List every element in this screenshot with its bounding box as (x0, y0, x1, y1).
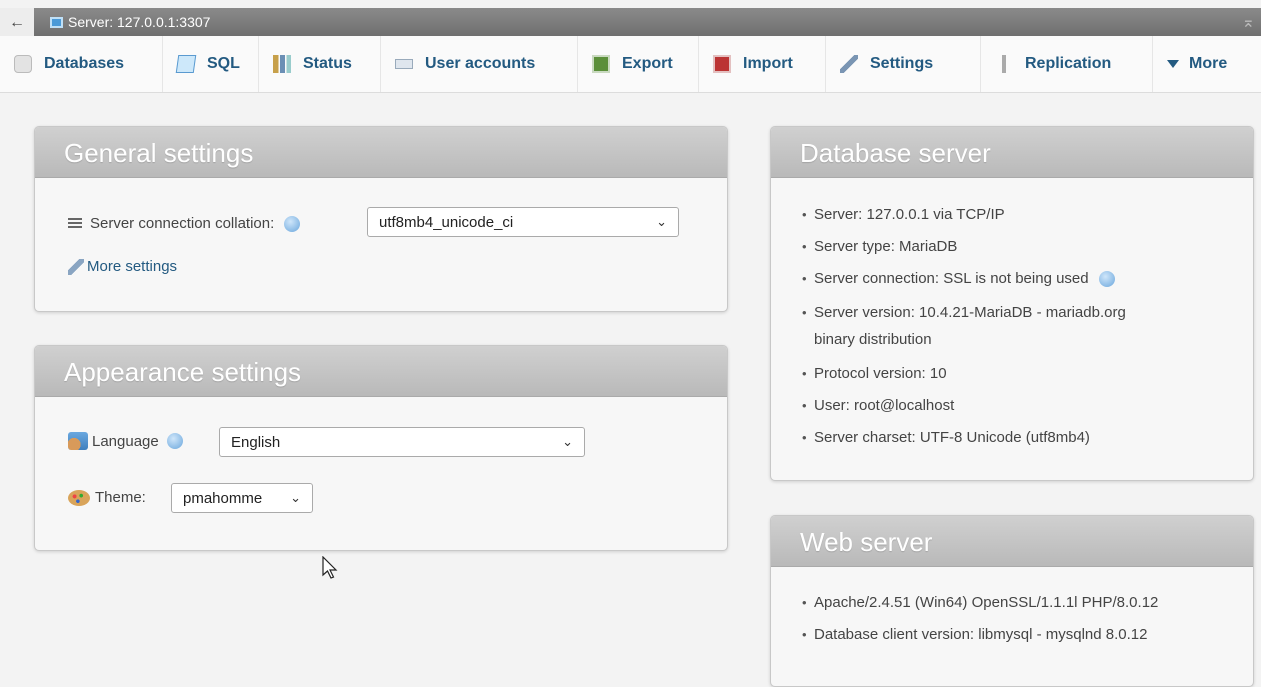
collation-row: Server connection collation: (68, 215, 310, 232)
tab-user-accounts[interactable]: User accounts (381, 36, 578, 92)
theme-select[interactable]: pmahomme ⌄ (171, 483, 313, 513)
panel-title: Database server (771, 127, 1253, 178)
appearance-settings-panel: Appearance settings Language English ⌄ T… (34, 345, 728, 551)
server-icon (50, 16, 63, 28)
list-item: Apache/2.4.51 (Win64) OpenSSL/1.1.1l PHP… (802, 591, 1158, 615)
ssl-status-text: Server connection: SSL is not being used (814, 270, 1089, 287)
help-icon[interactable] (166, 433, 183, 449)
list-item-continuation: binary distribution (814, 331, 932, 348)
server-label: Server: 127.0.0.1:3307 (68, 14, 211, 30)
wrench-icon (68, 258, 84, 275)
server-breadcrumb-bar: ← Server: 127.0.0.1:3307 ⌅ (0, 8, 1261, 36)
list-item: Server charset: UTF-8 Unicode (utf8mb4) (802, 426, 1090, 450)
theme-row: Theme: (68, 489, 146, 506)
tab-import[interactable]: Import (699, 36, 826, 92)
more-settings-label: More settings (87, 258, 178, 275)
list-icon (68, 218, 82, 229)
tab-label: Status (303, 55, 352, 72)
theme-label: Theme: (95, 489, 146, 506)
tab-replication[interactable]: Replication (981, 36, 1153, 92)
back-arrow-icon[interactable]: ← (0, 8, 34, 36)
list-item: Database client version: libmysql - mysq… (802, 623, 1147, 647)
panel-title: Appearance settings (35, 346, 727, 397)
language-row: Language (68, 432, 191, 450)
collation-value: utf8mb4_unicode_ci (379, 213, 514, 231)
tab-sql[interactable]: SQL (163, 36, 259, 92)
list-item: Server version: 10.4.21-MariaDB - mariad… (802, 301, 1126, 325)
list-item: Server: 127.0.0.1 via TCP/IP (802, 203, 1005, 227)
chevron-down-icon: ⌄ (562, 434, 573, 449)
server-breadcrumb[interactable]: Server: 127.0.0.1:3307 (50, 14, 210, 30)
tab-label: Import (743, 55, 793, 72)
collation-label: Server connection collation: (90, 215, 275, 232)
more-settings-link[interactable]: More settings (68, 258, 177, 275)
collation-select[interactable]: utf8mb4_unicode_ci ⌄ (367, 207, 679, 237)
tab-more[interactable]: More (1153, 36, 1249, 92)
palette-icon (68, 489, 90, 506)
tab-export[interactable]: Export (578, 36, 699, 92)
language-value: English (231, 433, 281, 451)
general-settings-panel: General settings Server connection colla… (34, 126, 728, 312)
tab-label: Replication (1025, 55, 1112, 72)
chevron-down-icon: ⌄ (656, 214, 667, 229)
list-item: User: root@localhost (802, 394, 954, 418)
chevron-down-icon: ⌄ (290, 490, 301, 505)
replication-icon (995, 55, 1013, 73)
tab-label: User accounts (425, 55, 536, 72)
wrench-icon (840, 55, 858, 73)
language-select[interactable]: English ⌄ (219, 427, 585, 457)
theme-value: pmahomme (183, 489, 263, 507)
database-server-panel: Database server Server: 127.0.0.1 via TC… (770, 126, 1254, 481)
list-item: Server type: MariaDB (802, 235, 957, 259)
help-icon[interactable] (284, 215, 301, 232)
tab-label: Databases (44, 55, 125, 72)
language-label: Language (92, 432, 159, 450)
tab-label: SQL (207, 55, 240, 72)
triangle-down-icon (1167, 60, 1179, 68)
panel-title: General settings (35, 127, 727, 178)
export-icon (592, 55, 610, 73)
help-icon[interactable] (1098, 271, 1115, 288)
list-item: Protocol version: 10 (802, 362, 947, 386)
tab-settings[interactable]: Settings (826, 36, 981, 92)
tab-databases[interactable]: Databases (0, 36, 163, 92)
language-icon (68, 432, 88, 450)
main-tab-bar: Databases SQL Status User accounts Expor… (0, 36, 1261, 93)
collapse-icon[interactable]: ⌅ (1242, 12, 1255, 32)
list-item: Server connection: SSL is not being used (802, 267, 1121, 291)
user-accounts-icon (395, 59, 413, 69)
tab-label: Settings (870, 55, 934, 72)
web-server-panel: Web server Apache/2.4.51 (Win64) OpenSSL… (770, 515, 1254, 687)
panel-title: Web server (771, 516, 1253, 567)
status-icon (273, 55, 291, 73)
tab-status[interactable]: Status (259, 36, 381, 92)
database-icon (14, 55, 32, 73)
tab-label: Export (622, 55, 673, 72)
tab-label: More (1189, 55, 1228, 72)
import-icon (713, 55, 731, 73)
mouse-cursor-icon (322, 556, 338, 579)
sql-icon (175, 55, 197, 73)
